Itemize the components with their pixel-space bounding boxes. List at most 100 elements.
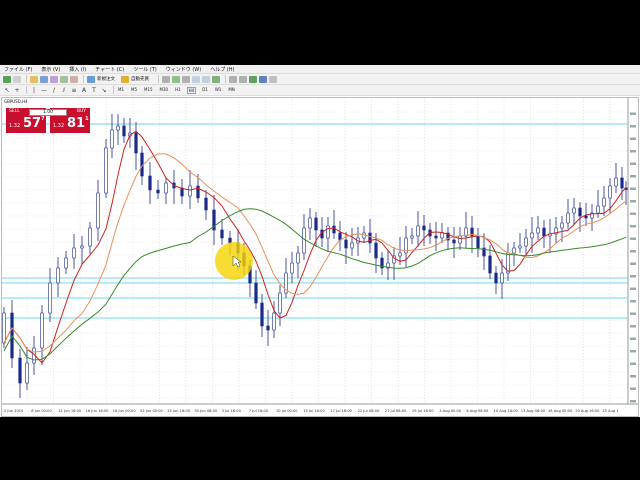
price-scale-tick-label <box>630 300 636 303</box>
auto-trading-icon[interactable] <box>121 75 129 83</box>
candle-body <box>278 292 282 314</box>
menu-item[interactable]: ツール (T) <box>133 66 157 73</box>
candle-body <box>494 272 498 284</box>
data-window-icon[interactable] <box>40 75 48 83</box>
time-axis-label: 23 Jun 00:00 <box>140 409 164 413</box>
price-scale-tick-label <box>630 112 636 115</box>
candle-body <box>260 302 264 327</box>
timeframe-button[interactable]: M15 <box>143 87 154 94</box>
time-axis-label: 6 Aug 08:00 <box>466 409 489 413</box>
price-scale-tick-label <box>630 125 636 128</box>
menu-bar: ファイル (F) 表示 (V) 挿入 (I) チャート (C) ツール (T) ウィンドウ… <box>0 65 640 74</box>
new-order-icon[interactable] <box>87 75 95 83</box>
price-scale-tick-label <box>630 312 636 315</box>
terminal-icon[interactable] <box>60 75 68 83</box>
price-scale-tick-label <box>630 162 636 165</box>
candle-body <box>500 272 504 284</box>
chart-window[interactable]: 2 Jun 2015 8 Jun 00:00 11 Jun 16:00 16 Jun … <box>1 97 639 417</box>
price-scale-tick-label <box>630 387 636 390</box>
candle-body <box>368 232 372 244</box>
candle-body <box>596 205 600 214</box>
menu-item[interactable]: ウィンドウ (W) <box>166 66 201 73</box>
label-icon[interactable]: T <box>90 87 98 94</box>
candle-body <box>96 192 100 229</box>
candle-body <box>488 255 492 274</box>
market-watch-icon[interactable] <box>30 75 38 83</box>
menu-item[interactable]: ヘルプ (H) <box>210 66 234 73</box>
candlestick-icon[interactable] <box>172 75 180 83</box>
lot-size-input[interactable]: 1.00 <box>29 109 67 116</box>
profiles-icon[interactable] <box>13 75 21 83</box>
one-click-trading-panel: SELL 1.32 577 1.00 BUY 1.32 811 <box>6 108 90 133</box>
time-axis-label: 17 Jul 16:00 <box>330 409 352 413</box>
candle-body <box>326 225 330 239</box>
time-axis-label: 30 Jun 08:00 <box>194 409 218 413</box>
auto-trading-button[interactable]: 自動売買 <box>131 76 149 82</box>
trendline-icon[interactable]: / <box>50 87 58 94</box>
text-icon[interactable]: A <box>80 87 88 94</box>
horizontal-line-icon[interactable]: — <box>40 87 48 94</box>
price-chart[interactable]: 2 Jun 2015 8 Jun 00:00 11 Jun 16:00 16 Jun … <box>2 98 638 416</box>
zoom-out-icon[interactable] <box>202 75 210 83</box>
menu-item[interactable]: ファイル (F) <box>4 66 32 73</box>
price-scale-tick-label <box>630 175 636 178</box>
time-axis-label: 20 Aug 16:00 <box>575 409 600 413</box>
vertical-line-icon[interactable]: | <box>30 87 38 94</box>
crosshair-icon[interactable]: + <box>13 87 21 94</box>
strategy-tester-icon[interactable] <box>70 75 78 83</box>
time-axis-label: 3 Jul 16:00 <box>222 409 242 413</box>
candle-body <box>156 189 160 194</box>
candle-body <box>530 232 534 239</box>
menu-item[interactable]: 表示 (V) <box>41 66 60 73</box>
price-scale-tick-label <box>630 362 636 365</box>
timeframe-button[interactable]: H4 <box>186 86 197 94</box>
line-studies-toolbar: ↖ + | — / ⫽ ≡ A T ↘ M1 M5 M15 M30 H1 H4 D1 W1 MN <box>0 85 640 96</box>
chart-shift-icon[interactable] <box>229 75 237 83</box>
fibonacci-icon[interactable]: ≡ <box>70 87 78 94</box>
timeframe-button[interactable]: W1 <box>214 87 223 94</box>
arrows-icon[interactable]: ↘ <box>100 87 108 94</box>
new-chart-icon[interactable] <box>3 75 11 83</box>
separator <box>113 86 114 94</box>
periods-icon[interactable] <box>259 75 267 83</box>
price-scale-tick-label <box>630 150 636 153</box>
candle-body <box>458 235 462 244</box>
separator <box>158 75 159 83</box>
separator <box>225 75 226 83</box>
menu-item[interactable]: 挿入 (I) <box>69 66 86 73</box>
candle-body <box>188 185 192 197</box>
candle-body <box>608 185 612 199</box>
menu-item[interactable]: チャート (C) <box>95 66 124 73</box>
candle-body <box>578 207 582 217</box>
time-axis-label: 25 Aug 1 <box>602 409 618 413</box>
zoom-in-icon[interactable] <box>192 75 200 83</box>
timeframe-button[interactable]: D1 <box>201 87 209 94</box>
timeframe-button[interactable]: M1 <box>117 87 125 94</box>
cursor-icon[interactable]: ↖ <box>3 87 11 94</box>
indicators-icon[interactable] <box>249 75 257 83</box>
candle-body <box>518 245 522 249</box>
time-axis-label: 16 Jun 16:00 <box>86 409 110 413</box>
line-chart-icon[interactable] <box>182 75 190 83</box>
navigator-icon[interactable] <box>50 75 58 83</box>
candle-body <box>416 225 420 237</box>
candle-body <box>204 197 208 211</box>
templates-icon[interactable] <box>269 75 277 83</box>
time-axis-label: 7 Jul 16:00 <box>249 409 269 413</box>
candle-body <box>116 125 120 131</box>
candle-body <box>350 242 354 249</box>
new-order-button[interactable]: 新規注文 <box>97 76 115 82</box>
timeframe-button[interactable]: MN <box>227 87 235 94</box>
channel-icon[interactable]: ⫽ <box>60 87 68 94</box>
tile-windows-icon[interactable] <box>212 75 220 83</box>
time-axis-label: 15 Jul 16:00 <box>303 409 325 413</box>
time-axis-label: 2 Jun 2015 <box>4 409 23 413</box>
price-scale-tick-label <box>630 375 636 378</box>
timeframe-button[interactable]: M30 <box>159 87 170 94</box>
candle-body <box>620 177 624 189</box>
timeframe-button[interactable]: M5 <box>130 87 138 94</box>
timeframe-button[interactable]: H1 <box>174 87 182 94</box>
candle-body <box>2 312 6 344</box>
bar-chart-icon[interactable] <box>162 75 170 83</box>
autoscroll-icon[interactable] <box>239 75 247 83</box>
